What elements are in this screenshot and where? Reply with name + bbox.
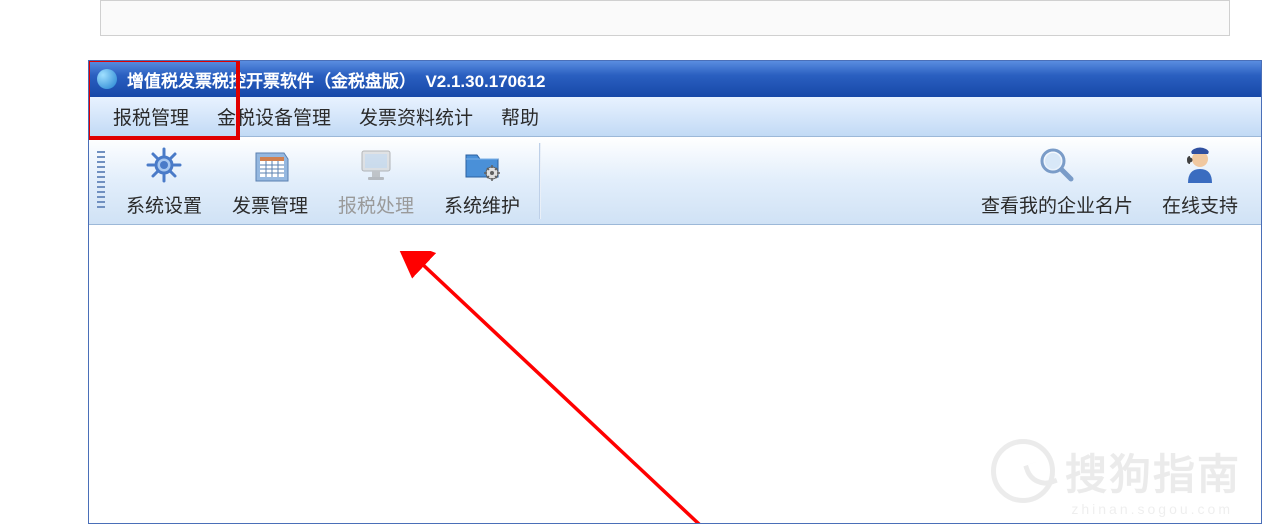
folder-gear-icon — [460, 143, 504, 187]
watermark-text: 搜狗指南 — [1065, 441, 1241, 502]
app-icon — [97, 69, 117, 89]
tb-invoice-management-label: 发票管理 — [232, 191, 308, 218]
menu-help[interactable]: 帮助 — [487, 99, 553, 134]
app-window: 增值税发票税控开票软件（金税盘版） V2.1.30.170612 报税管理 金税… — [88, 60, 1262, 524]
watermark-logo-icon — [991, 439, 1055, 503]
gear-icon — [142, 143, 186, 187]
window-titlebar: 增值税发票税控开票软件（金税盘版） V2.1.30.170612 — [89, 61, 1261, 97]
tb-system-maintenance-label: 系统维护 — [444, 191, 520, 218]
menu-device-management[interactable]: 金税设备管理 — [203, 99, 345, 134]
menu-invoice-stats[interactable]: 发票资料统计 — [345, 99, 487, 134]
toolbar: 系统设置 发票管理 报税处理 — [89, 137, 1261, 225]
toolbar-separator — [539, 143, 541, 219]
toolbar-grip — [97, 151, 105, 211]
monitor-icon — [354, 143, 398, 187]
tb-system-maintenance[interactable]: 系统维护 — [429, 138, 535, 224]
tb-online-support-label: 在线支持 — [1162, 191, 1238, 218]
calendar-icon — [248, 143, 292, 187]
menubar: 报税管理 金税设备管理 发票资料统计 帮助 — [89, 97, 1261, 137]
tb-tax-processing-label: 报税处理 — [338, 191, 414, 218]
tb-view-business-card[interactable]: 查看我的企业名片 — [967, 138, 1147, 224]
tb-system-settings-label: 系统设置 — [126, 191, 202, 218]
watermark-url: zhinan.sogou.com — [1071, 501, 1233, 517]
article-placeholder-box — [100, 0, 1230, 36]
watermark: 搜狗指南 — [991, 439, 1241, 503]
user-headset-icon — [1178, 143, 1222, 187]
tb-tax-processing[interactable]: 报税处理 — [323, 138, 429, 224]
tb-online-support[interactable]: 在线支持 — [1147, 138, 1253, 224]
tb-system-settings[interactable]: 系统设置 — [111, 138, 217, 224]
tb-view-business-card-label: 查看我的企业名片 — [981, 191, 1133, 218]
tb-invoice-management[interactable]: 发票管理 — [217, 138, 323, 224]
menu-tax-management[interactable]: 报税管理 — [99, 99, 203, 134]
window-title: 增值税发票税控开票软件（金税盘版） V2.1.30.170612 — [127, 67, 546, 92]
magnifier-icon — [1035, 143, 1079, 187]
